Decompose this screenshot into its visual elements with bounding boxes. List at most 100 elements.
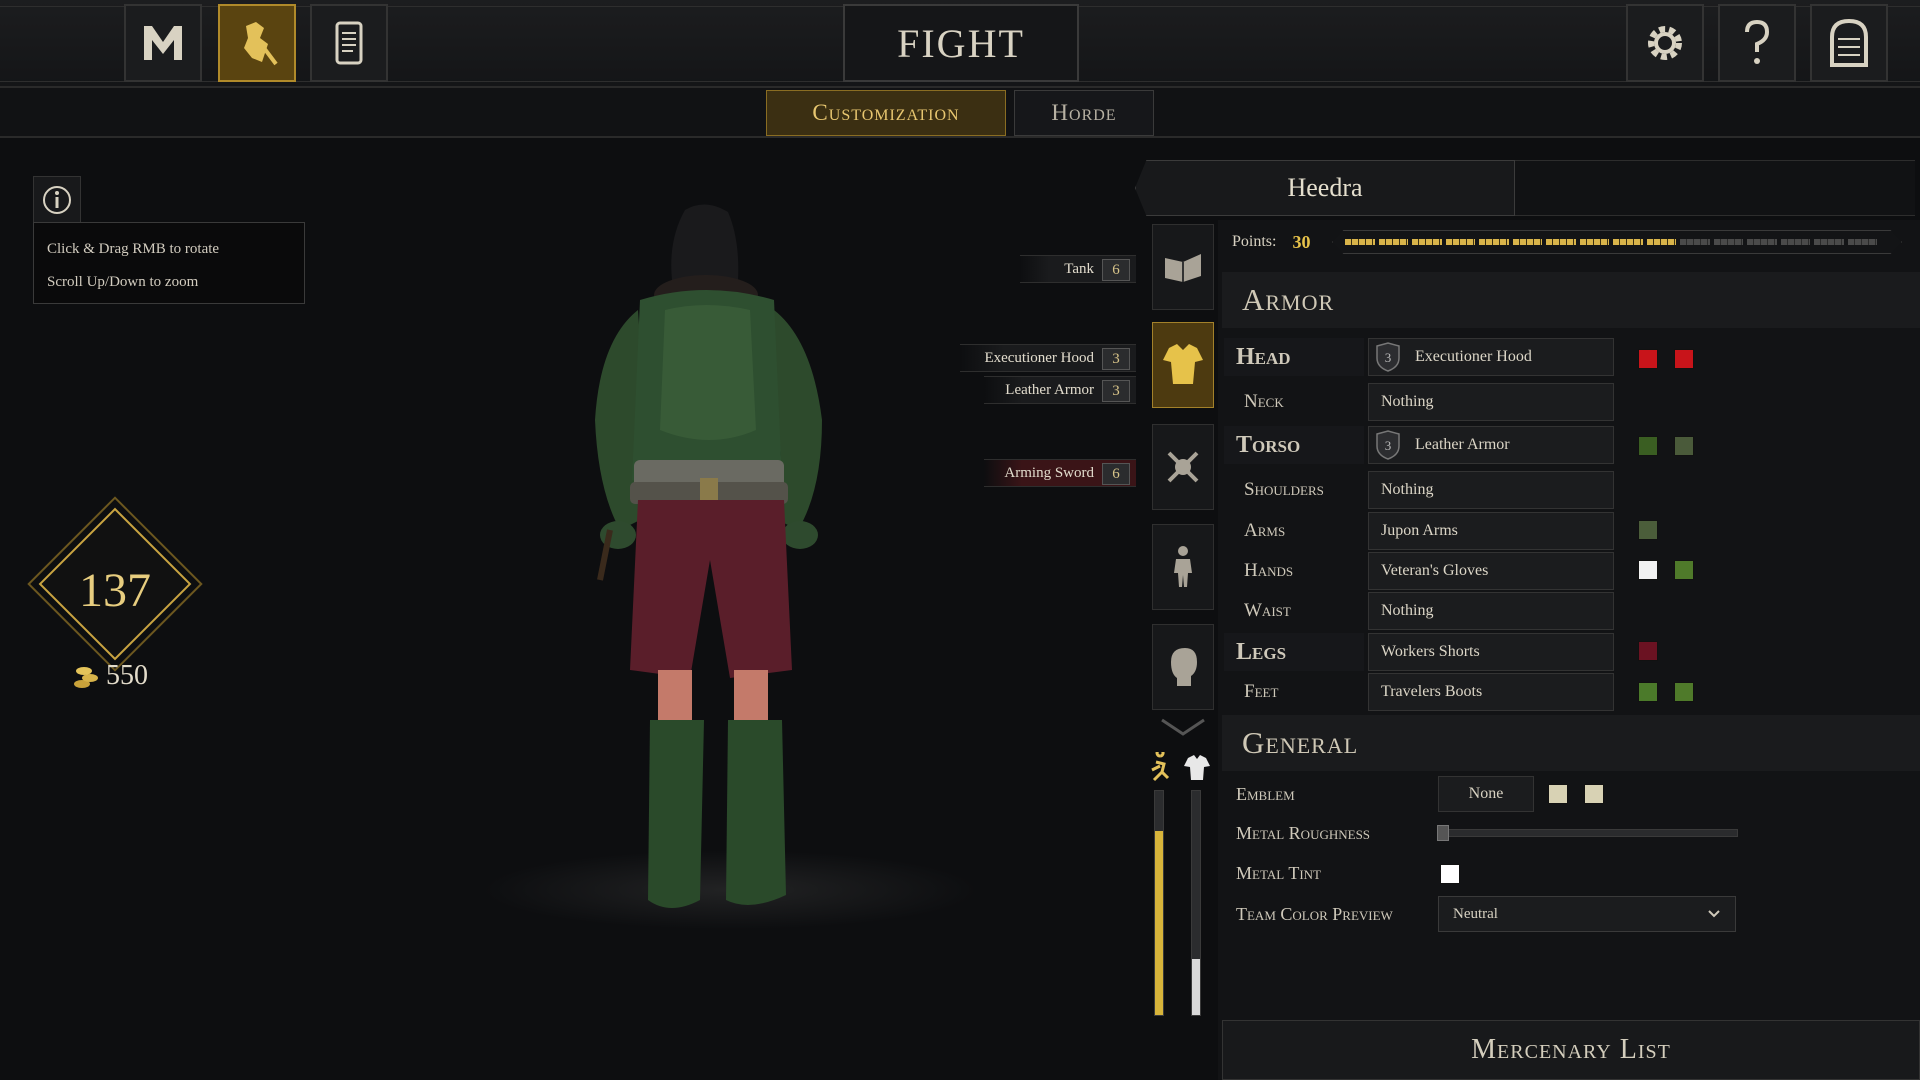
- loadout-tag-label: Tank: [1064, 260, 1094, 277]
- character-model[interactable]: [560, 200, 900, 930]
- slider-handle[interactable]: [1437, 825, 1449, 841]
- metal-tint-label: Metal Tint: [1236, 862, 1322, 883]
- color-swatch[interactable]: [1638, 349, 1658, 369]
- help-button[interactable]: [1718, 4, 1796, 82]
- loadout-tag-points: 6: [1102, 463, 1130, 485]
- slot-label-torso: Torso: [1224, 426, 1364, 464]
- mordhau-logo-button[interactable]: [124, 4, 202, 82]
- points-segment: [1412, 239, 1442, 245]
- emblem-button[interactable]: None: [1438, 776, 1534, 812]
- slot-select-shoulders[interactable]: Nothing: [1368, 471, 1614, 509]
- slot-select-neck[interactable]: Nothing: [1368, 383, 1614, 421]
- color-swatch[interactable]: [1674, 560, 1694, 580]
- gold-amount: 550: [106, 660, 148, 691]
- slot-label-waist: Waist: [1244, 600, 1291, 621]
- color-swatch[interactable]: [1674, 349, 1694, 369]
- slot-select-head[interactable]: 3 Executioner Hood: [1368, 338, 1614, 376]
- color-swatch[interactable]: [1638, 641, 1658, 661]
- slot-label-legs: Legs: [1224, 633, 1364, 671]
- points-segment: [1814, 239, 1844, 245]
- mercenary-list-button[interactable]: Mercenary List: [1222, 1020, 1920, 1080]
- color-swatch[interactable]: [1674, 682, 1694, 702]
- customize-button[interactable]: [218, 4, 296, 82]
- armor-gauge-fill: [1192, 959, 1200, 1015]
- color-swatch[interactable]: [1674, 436, 1694, 456]
- emblem-label: Emblem: [1236, 783, 1295, 804]
- points-segment: [1345, 239, 1375, 245]
- scroll-icon: [335, 21, 363, 65]
- info-icon: [43, 186, 71, 214]
- loadout-tag-points: 6: [1102, 259, 1130, 281]
- mordhau-logo-icon: [144, 26, 182, 60]
- slot-label-hands: Hands: [1244, 560, 1294, 581]
- slot-label-feet: Feet: [1244, 681, 1279, 702]
- name-rail: [1515, 160, 1915, 216]
- exit-button[interactable]: [1810, 4, 1888, 82]
- crossed-swords-icon: [1167, 451, 1199, 483]
- emblem-color-swatch[interactable]: [1584, 784, 1604, 804]
- body-icon: [1174, 546, 1192, 587]
- points-segment: [1579, 239, 1609, 245]
- slot-label-arms: Arms: [1244, 520, 1286, 541]
- customize-icon: [244, 22, 278, 66]
- book-icon: [1165, 254, 1201, 282]
- slot-value-text: Nothing: [1381, 393, 1434, 410]
- color-swatch[interactable]: [1638, 560, 1658, 580]
- loadout-tag-points: 3: [1102, 348, 1130, 370]
- loadout-tag-weapon[interactable]: Arming Sword 6: [984, 459, 1136, 487]
- chevron-down-icon: [1708, 910, 1720, 918]
- category-body[interactable]: [1152, 524, 1214, 610]
- gear-icon: [1648, 26, 1682, 60]
- metal-tint-swatch[interactable]: [1440, 864, 1460, 884]
- slot-select-torso[interactable]: 3 Leather Armor: [1368, 426, 1614, 464]
- color-swatch[interactable]: [1638, 682, 1658, 702]
- tab-horde[interactable]: Horde: [1014, 90, 1154, 136]
- slot-select-waist[interactable]: Nothing: [1368, 592, 1614, 630]
- player-level: 137: [79, 564, 151, 617]
- character-name[interactable]: Heedra: [1135, 160, 1515, 216]
- category-armor[interactable]: [1152, 322, 1214, 408]
- loadout-tag-label: Leather Armor: [1005, 381, 1094, 398]
- metal-roughness-label: Metal Roughness: [1236, 822, 1371, 843]
- slot-value-text: Jupon Arms: [1381, 522, 1458, 539]
- slot-select-legs[interactable]: Workers Shorts: [1368, 633, 1614, 671]
- scroll-button[interactable]: [310, 4, 388, 82]
- info-button[interactable]: [33, 176, 81, 224]
- emblem-color-swatch[interactable]: [1548, 784, 1568, 804]
- loadout-tag-points: 3: [1102, 380, 1130, 402]
- slot-select-feet[interactable]: Travelers Boots: [1368, 673, 1614, 711]
- points-segment: [1780, 239, 1810, 245]
- slot-value-text: Nothing: [1381, 481, 1434, 498]
- loadout-tag-torso[interactable]: Leather Armor 3: [984, 376, 1136, 404]
- color-swatch[interactable]: [1638, 520, 1658, 540]
- hint-rotate: Click & Drag RMB to rotate: [47, 241, 220, 257]
- loadout-tag-perk[interactable]: Tank 6: [1020, 255, 1136, 283]
- loadout-tag-head[interactable]: Executioner Hood 3: [960, 344, 1136, 372]
- team-color-select[interactable]: Neutral: [1438, 896, 1736, 932]
- running-icon: [1151, 752, 1170, 782]
- metal-roughness-slider[interactable]: [1437, 825, 1738, 841]
- settings-button[interactable]: [1626, 4, 1704, 82]
- color-swatch[interactable]: [1638, 436, 1658, 456]
- speed-gauge: [1154, 790, 1164, 1016]
- slot-value-text: Nothing: [1381, 602, 1434, 619]
- points-segment: [1646, 239, 1676, 245]
- page-title: FIGHT: [843, 4, 1079, 82]
- svg-text:3: 3: [1385, 350, 1392, 365]
- team-color-value: Neutral: [1453, 905, 1498, 922]
- category-weapons[interactable]: [1152, 424, 1214, 510]
- points-bar: [1332, 230, 1902, 254]
- category-perks[interactable]: [1152, 224, 1214, 310]
- slot-select-hands[interactable]: Veteran's Gloves: [1368, 552, 1614, 590]
- exit-door-icon: [1830, 18, 1868, 67]
- category-head[interactable]: [1152, 624, 1214, 710]
- tier-shield-icon: 3: [1376, 342, 1400, 372]
- points-segment: [1378, 239, 1408, 245]
- armor-section-heading: Armor: [1222, 272, 1920, 328]
- slot-select-arms[interactable]: Jupon Arms: [1368, 512, 1614, 550]
- tab-customization[interactable]: Customization: [766, 90, 1006, 136]
- svg-text:3: 3: [1385, 438, 1392, 453]
- chevron-down-icon[interactable]: [1158, 716, 1208, 738]
- armor-stat-icon: [1184, 755, 1210, 780]
- tier-shield-icon: 3: [1376, 430, 1400, 460]
